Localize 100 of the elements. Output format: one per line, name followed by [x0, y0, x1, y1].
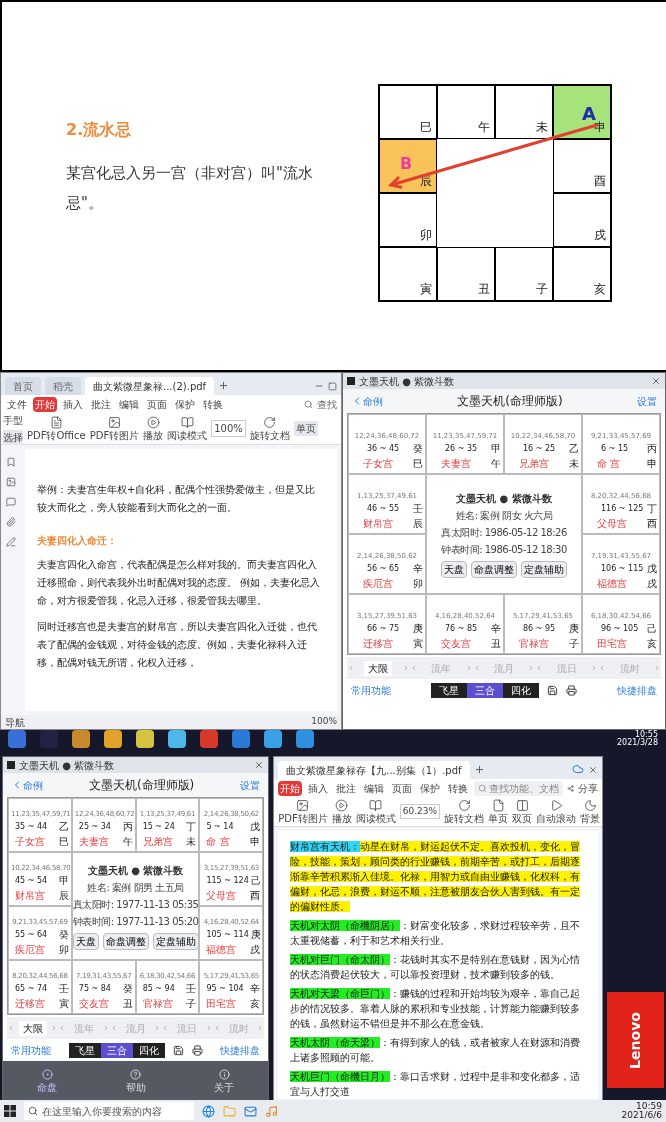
- close-icon[interactable]: [254, 760, 265, 770]
- close-icon[interactable]: [651, 376, 661, 386]
- attachment-icon[interactable]: [6, 517, 16, 527]
- document-tab[interactable]: 曲文紫微星象禄...(2).pdf: [85, 377, 215, 395]
- chart-option-button[interactable]: 命盘调整: [471, 560, 517, 578]
- toolbar-button[interactable]: 阅读模式: [167, 416, 208, 441]
- toolbar-button[interactable]: 播放: [143, 416, 164, 441]
- menu-item[interactable]: 保护: [418, 780, 443, 796]
- menu-item[interactable]: 开始: [278, 780, 303, 796]
- menu-item[interactable]: 转换: [446, 780, 471, 796]
- menu-item[interactable]: 编辑: [117, 396, 141, 412]
- menu-item[interactable]: 插入: [61, 396, 85, 412]
- bookmark-icon[interactable]: [6, 457, 16, 467]
- info-icon[interactable]: [218, 1069, 230, 1080]
- quick-chart-link[interactable]: 快捷排盘: [220, 1042, 261, 1058]
- view-button[interactable]: 单页: [488, 799, 509, 824]
- document-tab[interactable]: 稻壳: [45, 377, 81, 395]
- settings-button[interactable]: 设置: [637, 393, 657, 409]
- zoom-field[interactable]: 100%: [211, 420, 246, 437]
- bottom-nav-item[interactable]: 关于: [214, 1080, 234, 1095]
- settings-button[interactable]: 设置: [240, 777, 261, 793]
- folder-icon[interactable]: [223, 1104, 236, 1118]
- search-icon[interactable]: [304, 399, 313, 409]
- desktop-app-icon[interactable]: [200, 730, 218, 748]
- mode-tab[interactable]: 四化: [503, 682, 539, 698]
- print-icon[interactable]: [191, 1044, 203, 1056]
- menu-item[interactable]: 保护: [173, 396, 197, 412]
- save-icon[interactable]: [547, 684, 558, 696]
- period-tab[interactable]: 大限: [18, 1020, 47, 1036]
- maximize-icon[interactable]: [328, 382, 337, 391]
- zoom-level[interactable]: 100%: [311, 715, 337, 729]
- menu-item[interactable]: 页面: [390, 780, 415, 796]
- previous-icon[interactable]: [7, 1024, 15, 1032]
- image-icon[interactable]: [6, 477, 16, 487]
- menu-item[interactable]: 编辑: [362, 780, 387, 796]
- select-tool-button[interactable]: 选择: [3, 429, 23, 445]
- chart-option-button[interactable]: 命盘调整: [102, 932, 149, 950]
- desktop-app-icon[interactable]: [296, 730, 314, 748]
- chart-option-button[interactable]: 定盘辅助: [152, 932, 199, 950]
- chart-option-button[interactable]: 天盘: [72, 932, 99, 950]
- circle-icon[interactable]: [41, 1069, 53, 1080]
- bottom-nav-item[interactable]: 命盘: [37, 1080, 58, 1095]
- mode-tab[interactable]: 三合: [100, 1042, 133, 1058]
- menu-item[interactable]: 转换: [201, 396, 225, 412]
- period-tab[interactable]: 大限: [364, 660, 393, 676]
- navigation-button[interactable]: 导航: [5, 714, 25, 730]
- cloud-icon[interactable]: [572, 763, 585, 775]
- pen-icon[interactable]: [6, 537, 16, 547]
- share-button[interactable]: 分享: [578, 780, 599, 796]
- desktop-app-icon[interactable]: [136, 730, 154, 748]
- single-page-button[interactable]: 单页: [293, 421, 318, 436]
- taskbar-search-field[interactable]: 在这里输入你要搜索的内容: [24, 1102, 194, 1120]
- document-tab[interactable]: 曲文紫微星象禄存【九...别集（1）.pdf: [278, 761, 470, 779]
- toolbar-button[interactable]: PDF转图片: [278, 799, 328, 824]
- chart-option-button[interactable]: 定盘辅助: [521, 560, 567, 578]
- toolbar-button[interactable]: 播放: [331, 799, 352, 824]
- desktop-app-icon[interactable]: [72, 730, 90, 748]
- new-tab-icon[interactable]: [473, 764, 485, 775]
- hand-tool-button[interactable]: 手型: [3, 412, 23, 428]
- back-button[interactable]: 命例: [23, 777, 43, 793]
- mode-tab[interactable]: 四化: [132, 1042, 165, 1058]
- back-button[interactable]: 命例: [363, 393, 383, 409]
- common-functions-link[interactable]: 常用功能: [351, 682, 391, 698]
- mode-tab[interactable]: 飞星: [68, 1042, 101, 1058]
- rotate-button[interactable]: 旋转文档: [444, 799, 485, 824]
- comment-icon[interactable]: [6, 497, 16, 507]
- bottom-nav-item[interactable]: 帮助: [125, 1080, 146, 1095]
- zoom-field[interactable]: 60.23%: [399, 803, 441, 820]
- close-icon[interactable]: [588, 765, 599, 775]
- desktop-app-icon[interactable]: [168, 730, 186, 748]
- mail-icon[interactable]: [244, 1104, 257, 1118]
- menu-item[interactable]: 文件: [5, 396, 29, 412]
- view-button[interactable]: 双页: [512, 799, 533, 824]
- help-icon[interactable]: [130, 1069, 142, 1080]
- new-tab-icon[interactable]: [218, 380, 230, 391]
- previous-icon[interactable]: [347, 664, 355, 672]
- desktop-app-icon[interactable]: [264, 730, 282, 748]
- rotate-button[interactable]: 旋转文档: [249, 416, 290, 441]
- share-icon[interactable]: [567, 783, 575, 793]
- desktop-app-icon[interactable]: [232, 730, 250, 748]
- toolbar-button[interactable]: PDF转图片: [89, 416, 140, 441]
- view-button[interactable]: 背景: [580, 799, 601, 824]
- quick-chart-link[interactable]: 快捷排盘: [617, 682, 657, 698]
- print-icon[interactable]: [566, 684, 577, 696]
- menu-item[interactable]: 开始: [33, 396, 57, 412]
- chart-option-button[interactable]: 天盘: [441, 560, 467, 578]
- desktop-app-icon[interactable]: [104, 730, 122, 748]
- mode-tab[interactable]: 飞星: [431, 682, 467, 698]
- menu-item[interactable]: 页面: [145, 396, 169, 412]
- menu-item[interactable]: 插入: [306, 780, 331, 796]
- globe-icon[interactable]: [202, 1104, 215, 1118]
- menu-item[interactable]: 批注: [89, 396, 113, 412]
- windows-start-icon[interactable]: [4, 1105, 16, 1117]
- document-tab[interactable]: 首页: [5, 377, 41, 395]
- mode-tab[interactable]: 三合: [467, 682, 503, 698]
- desktop-app-icon[interactable]: [8, 730, 26, 748]
- view-button[interactable]: 自动滚动: [536, 799, 577, 824]
- common-functions-link[interactable]: 常用功能: [11, 1042, 51, 1058]
- save-icon[interactable]: [172, 1044, 184, 1056]
- toolbar-button[interactable]: PDF转Office: [27, 416, 86, 441]
